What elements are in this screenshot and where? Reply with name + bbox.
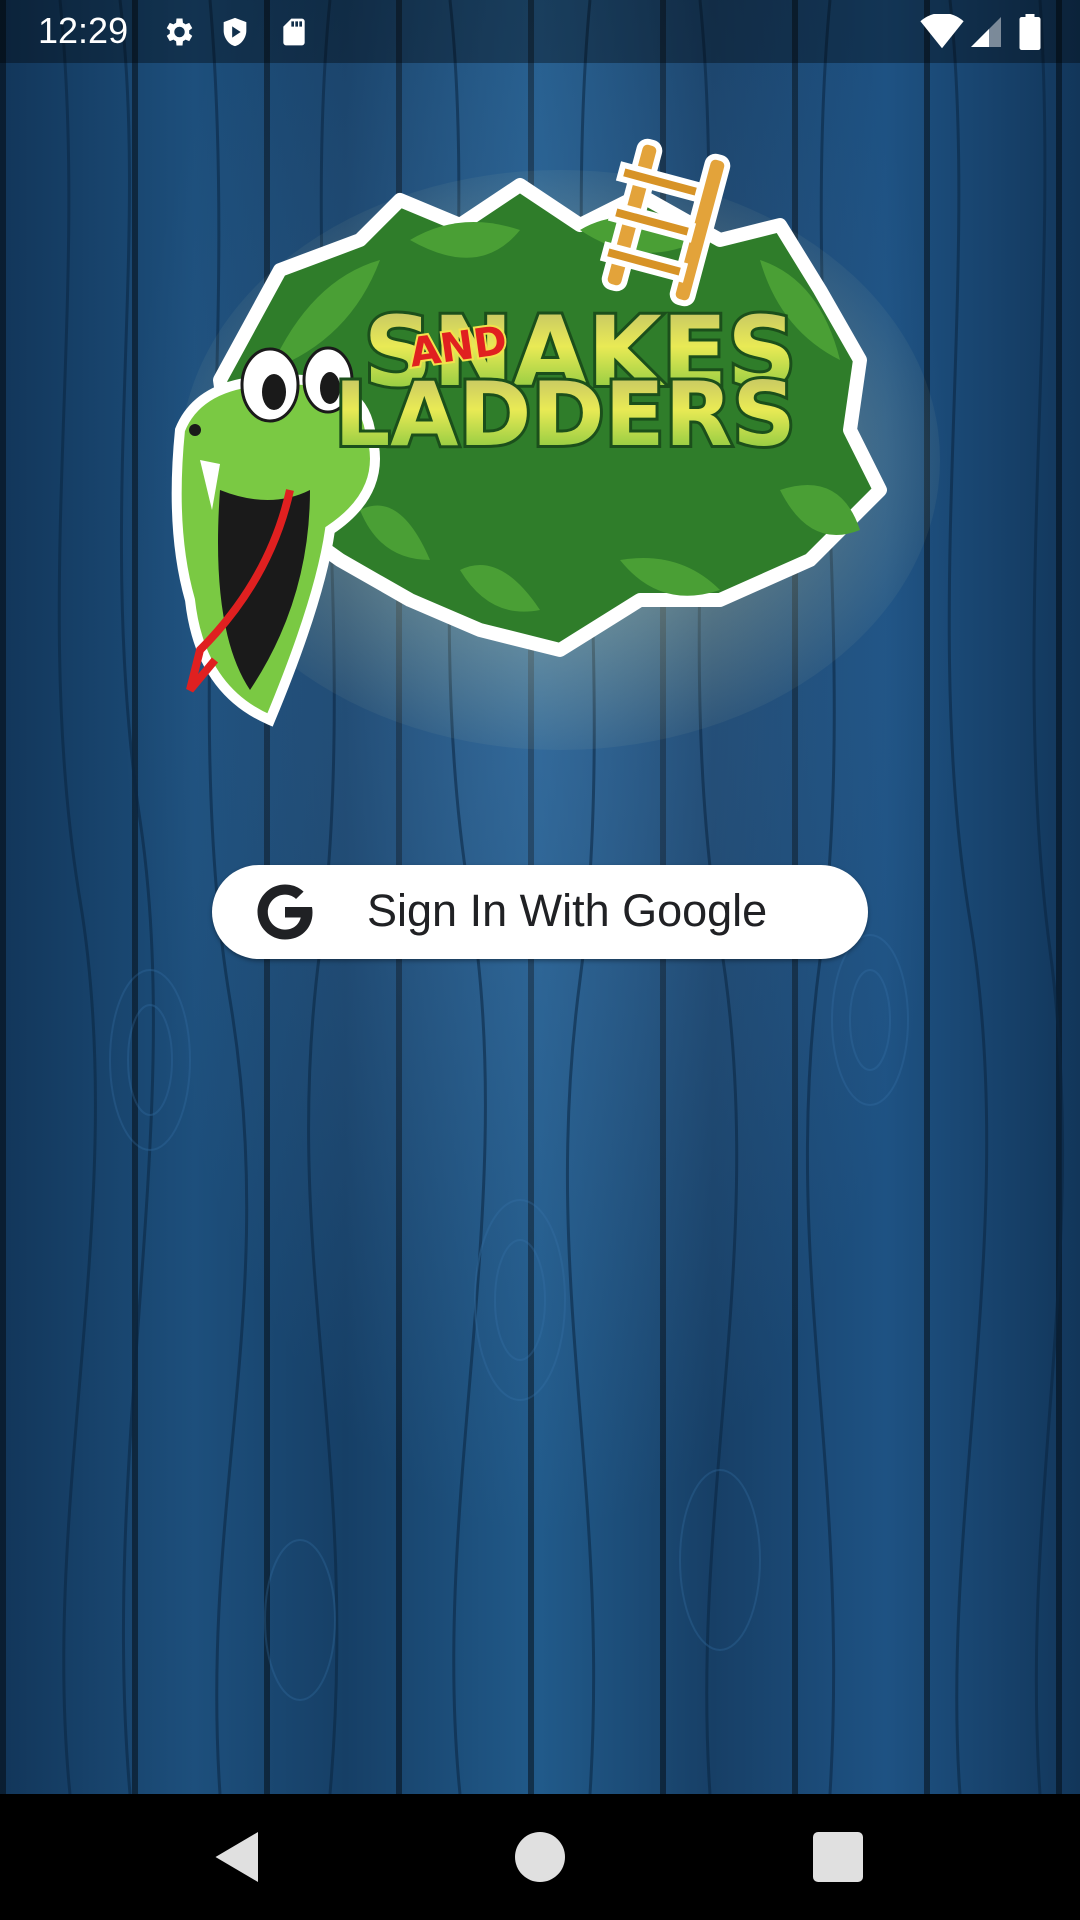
back-icon[interactable] <box>208 1827 268 1887</box>
settings-icon <box>166 18 193 46</box>
shield-icon <box>223 17 247 47</box>
cell-signal-icon <box>971 17 1001 47</box>
recents-icon[interactable] <box>808 1827 868 1887</box>
logo-lettering: SNAKES LADDERS AND <box>331 293 799 469</box>
navigation-bar <box>0 1794 1080 1920</box>
wifi-icon <box>920 14 964 49</box>
google-g-icon <box>257 884 313 940</box>
sign-in-label: Sign In With Google <box>367 885 768 936</box>
battery-icon <box>1019 14 1041 50</box>
status-time: 12:29 <box>38 10 129 51</box>
google-sign-in-button[interactable]: Sign In With Google <box>212 865 868 959</box>
svg-text:LADDERS: LADDERS <box>334 363 796 466</box>
sd-card-icon <box>283 18 305 46</box>
status-bar: 12:29 <box>0 0 1080 63</box>
home-icon[interactable] <box>510 1827 570 1887</box>
snakes-and-ladders-logo: SNAKES LADDERS AND <box>171 138 940 750</box>
app-screen: 12:29 SNAKES LADDERS AND Sign In With Go… <box>0 0 1080 1920</box>
